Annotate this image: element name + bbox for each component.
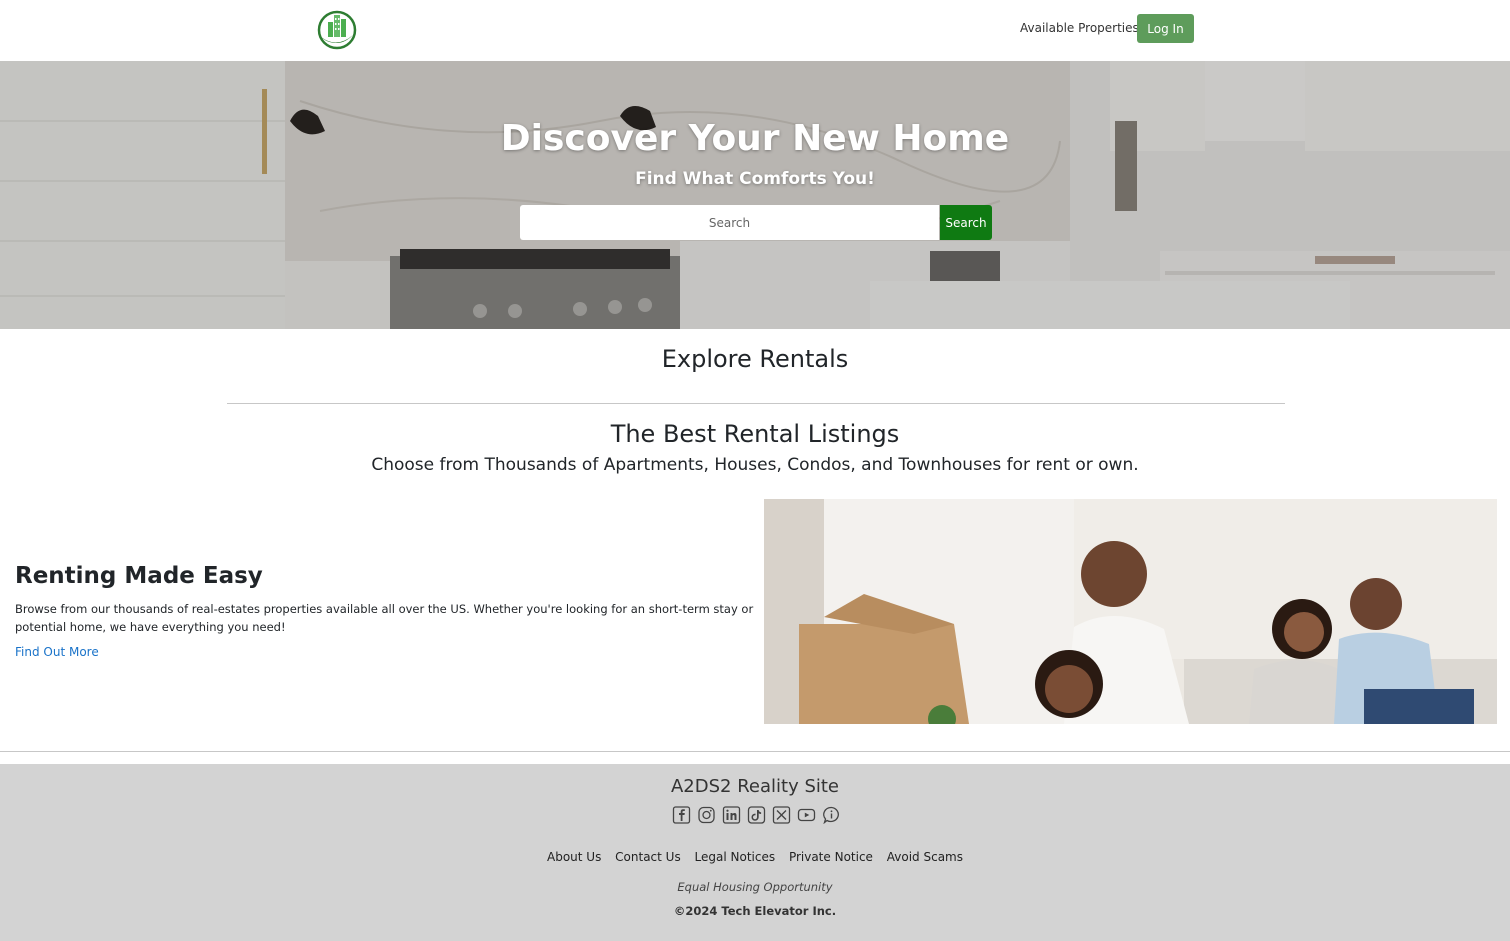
instagram-icon[interactable] [697,806,716,824]
family-moving-image [764,499,1497,724]
explore-rentals-heading: Explore Rentals [661,345,849,373]
best-listings-subheading: Choose from Thousands of Apartments, Hou… [371,455,1139,475]
footer-link-contact-us[interactable]: Contact Us [615,850,681,864]
facebook-icon[interactable] [672,806,691,824]
info-icon[interactable] [822,806,841,824]
footer-link-private-notice[interactable]: Private Notice [789,850,873,864]
copyright-text: ©2024 Tech Elevator Inc. [673,904,837,918]
tiktok-icon[interactable] [747,806,766,824]
feature-description: Browse from our thousands of real-estate… [15,602,754,634]
footer-link-about-us[interactable]: About Us [547,850,601,864]
hero-subtitle: Find What Comforts You! [635,169,875,189]
kitchen-background-image [0,61,1510,329]
search-input[interactable] [520,205,939,240]
hero-title: Discover Your New Home [500,118,1010,159]
logo-icon[interactable] [317,9,357,51]
footer-site-name: A2DS2 Reality Site [670,776,840,797]
x-icon[interactable] [772,806,791,824]
hero-banner: Discover Your New Home Find What Comfort… [0,61,1510,329]
search-button[interactable]: Search [940,205,992,240]
nav-available-properties[interactable]: Available Properties [1020,21,1139,35]
best-listings-heading: The Best Rental Listings [610,420,900,448]
footer-links: About Us Contact Us Legal Notices Privat… [0,850,1510,864]
footer-link-legal-notices[interactable]: Legal Notices [695,850,776,864]
footer-divider [0,751,1510,752]
footer-link-avoid-scams[interactable]: Avoid Scams [887,850,963,864]
linkedin-icon[interactable] [722,806,741,824]
feature-title: Renting Made Easy [15,563,263,589]
top-navbar: Available Properties Log In [0,0,1510,61]
youtube-icon[interactable] [797,806,816,824]
section-divider [227,403,1285,404]
find-out-more-link[interactable]: Find Out More [15,645,99,659]
equal-housing-text: Equal Housing Opportunity [677,880,833,894]
social-icons [672,806,841,824]
login-button[interactable]: Log In [1137,14,1194,43]
site-footer: A2DS2 Reality Site About Us Contact Us L… [0,764,1510,941]
